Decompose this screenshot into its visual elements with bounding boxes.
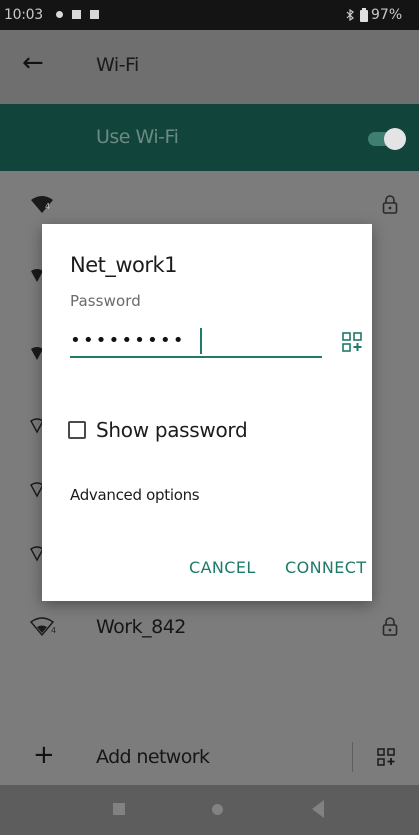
use-wifi-label: Use Wi-Fi [96, 126, 179, 148]
home-icon[interactable] [212, 804, 223, 815]
svg-text:4: 4 [51, 626, 56, 635]
wifi-signal-icon: 4 [31, 196, 53, 213]
connect-button[interactable]: CONNECT [285, 558, 367, 577]
cancel-button[interactable]: CANCEL [189, 558, 256, 577]
status-bar: 10:03 97% [0, 0, 419, 30]
password-label: Password [70, 292, 141, 310]
back-arrow-icon[interactable]: ← [22, 50, 44, 76]
page-title: Wi-Fi [96, 54, 139, 76]
bluetooth-icon [346, 9, 354, 21]
network-name: Work_842 [96, 616, 186, 638]
notification-square-icon [72, 10, 81, 19]
back-triangle-icon[interactable] [312, 800, 324, 818]
wifi-signal-icon: 4 [30, 617, 56, 636]
dialog-title: Net_work1 [70, 253, 178, 277]
qr-scan-icon[interactable] [342, 332, 362, 352]
battery-icon [360, 8, 368, 22]
lock-icon [382, 195, 398, 214]
app-bar: ← Wi-Fi [0, 30, 419, 104]
qr-code-icon[interactable] [377, 748, 395, 766]
use-wifi-row[interactable]: Use Wi-Fi [0, 104, 419, 171]
add-icon: + [33, 740, 55, 770]
advanced-options[interactable]: Advanced options [70, 486, 200, 504]
add-network-row[interactable]: + Add network [0, 728, 419, 786]
notification-square-icon [90, 10, 99, 19]
password-field[interactable] [70, 324, 322, 358]
text-cursor [200, 328, 202, 354]
network-row[interactable]: 4 Work_842 [0, 598, 419, 656]
navigation-bar [0, 785, 419, 835]
status-time: 10:03 [4, 7, 43, 23]
battery-percent: 97% [371, 7, 403, 23]
add-network-label: Add network [96, 746, 210, 768]
show-password-label[interactable]: Show password [96, 418, 248, 442]
show-password-checkbox[interactable] [68, 421, 86, 439]
notification-dot-icon [56, 11, 63, 18]
wifi-toggle-thumb[interactable] [384, 128, 406, 150]
wifi-password-dialog: Net_work1 Password Show password Advance… [42, 224, 372, 601]
svg-text:4: 4 [45, 202, 50, 211]
divider [352, 742, 353, 772]
recents-icon[interactable] [113, 803, 125, 815]
lock-icon [382, 617, 398, 636]
